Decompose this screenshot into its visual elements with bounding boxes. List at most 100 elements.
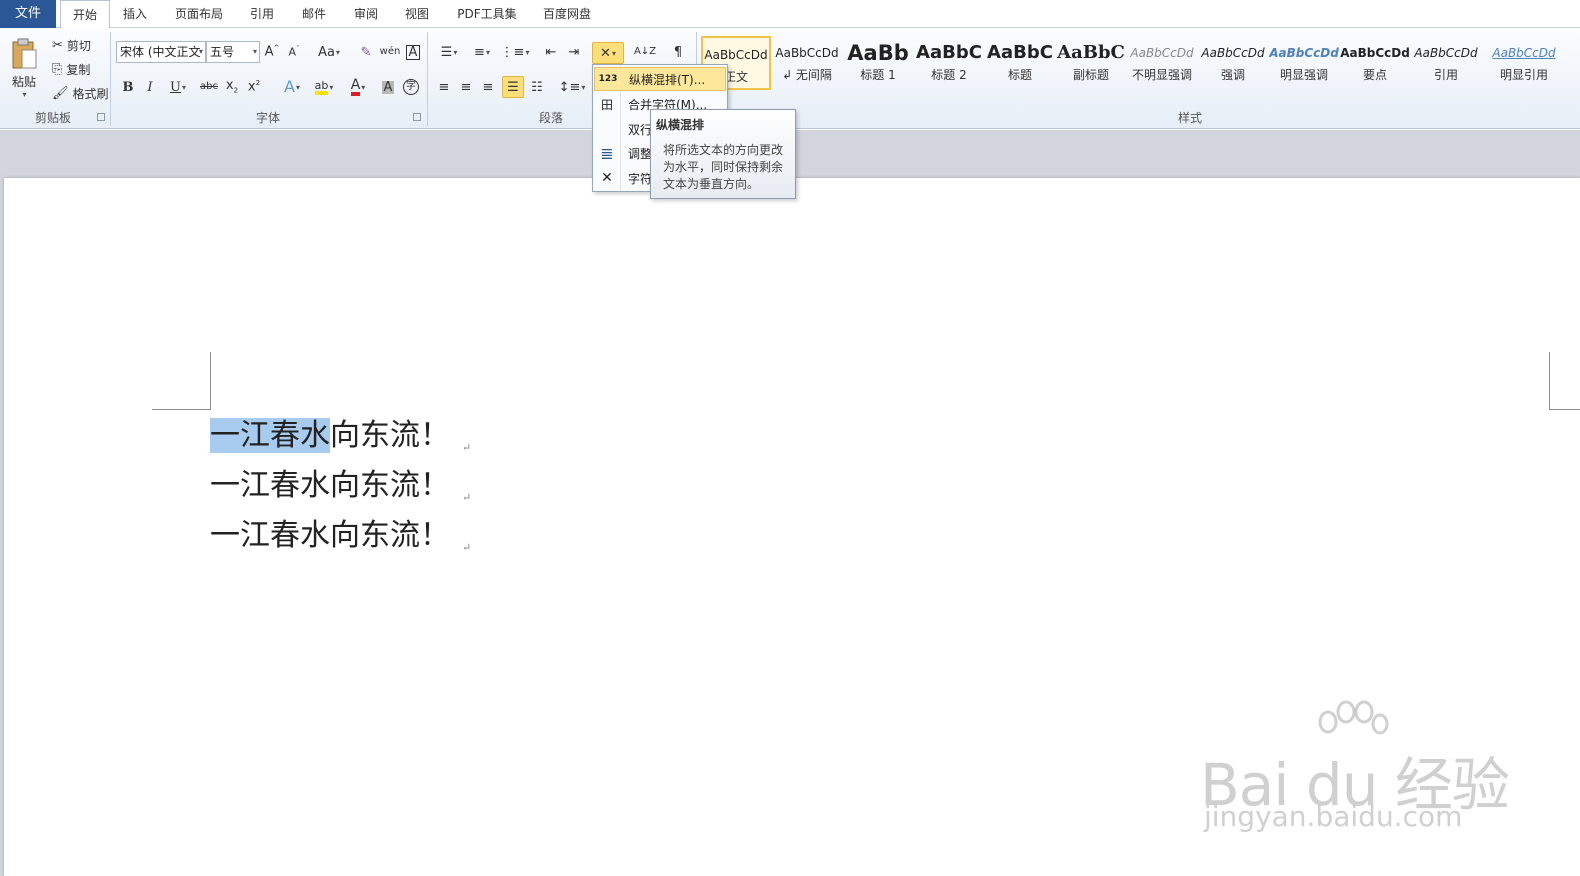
- style-name: 标题: [1007, 68, 1032, 82]
- change-case-button[interactable]: Aa ▾: [314, 41, 344, 63]
- grow-font-button[interactable]: A^: [262, 41, 282, 63]
- align-left-icon: ≡: [438, 79, 450, 95]
- tab-baidu-netdisk[interactable]: 百度网盘: [533, 0, 601, 28]
- style-sample: AaBbC: [987, 42, 1053, 63]
- numbered-list-icon: ≡: [474, 44, 485, 60]
- align-right-button[interactable]: ≡: [478, 76, 498, 98]
- style-sample: AaBb: [847, 41, 909, 65]
- bullets-button[interactable]: ☰ ▾: [434, 41, 464, 63]
- character-border-icon: A: [405, 44, 421, 60]
- phonetic-guide-button[interactable]: wén: [379, 41, 401, 63]
- style-subtitle[interactable]: AaBbC 副标题: [1056, 36, 1126, 90]
- tab-mailings[interactable]: 邮件: [292, 0, 336, 28]
- eraser-icon: ✎: [360, 44, 372, 60]
- font-name-combo[interactable]: 宋体 (中文正⽂ ▾: [116, 41, 206, 63]
- styles-group-label: 样式: [1177, 111, 1202, 125]
- style-title[interactable]: AaBbC 标题: [985, 36, 1055, 90]
- cut-button[interactable]: ✂ 剪切: [48, 34, 95, 56]
- watermark-url: jingyan.baidu.com: [1204, 800, 1463, 833]
- tab-insert[interactable]: 插入: [113, 0, 157, 28]
- tab-pdf-tools[interactable]: PDF工具集: [447, 0, 527, 28]
- highlight-color-button[interactable]: ab ▾: [308, 76, 340, 98]
- font-color-icon: A: [350, 78, 361, 96]
- center-button[interactable]: ≡: [456, 76, 476, 98]
- clear-formatting-button[interactable]: ✎: [355, 41, 377, 63]
- phonetic-guide-icon: wén: [379, 46, 401, 57]
- multilevel-list-button[interactable]: ⋮≡ ▾: [500, 41, 530, 63]
- numbering-button[interactable]: ≡ ▾: [466, 41, 498, 63]
- justify-button[interactable]: ☰: [502, 76, 524, 98]
- style-intense-quote[interactable]: AaBbCcDd 明显引用: [1482, 36, 1566, 90]
- text-effects-button[interactable]: A ▾: [278, 76, 306, 98]
- tab-home[interactable]: 开始: [60, 0, 110, 29]
- baidu-jingyan-watermark: Bai du 经验 jingyan.baidu.com: [1200, 700, 1510, 840]
- enclose-characters-icon: 字: [403, 79, 419, 95]
- sort-button[interactable]: A↓Z: [634, 41, 656, 63]
- style-name: 不明显强调: [1131, 68, 1192, 82]
- document-line[interactable]: 一江春水向东流！ ↵: [210, 514, 471, 558]
- selected-text[interactable]: 一江春水: [210, 418, 330, 453]
- shrink-font-icon: Aˇ: [288, 45, 300, 59]
- style-name: 标题 1: [860, 68, 896, 82]
- style-emphasis[interactable]: AaBbCcDd 强调: [1198, 36, 1268, 90]
- margin-guide: [1549, 352, 1550, 410]
- justify-icon: ☰: [507, 79, 519, 95]
- menu-item-combine-horizontal[interactable]: 123 纵横混排(T)...: [594, 67, 726, 91]
- copy-button[interactable]: ⎘ 复制: [48, 58, 94, 80]
- italic-button[interactable]: I: [140, 76, 160, 98]
- tab-references[interactable]: 引用: [240, 0, 284, 28]
- style-quote[interactable]: AaBbCcDd 引用: [1411, 36, 1481, 90]
- tab-page-layout[interactable]: 页面布局: [165, 0, 233, 28]
- style-sample: AaBbCcDd: [1130, 46, 1194, 60]
- paste-button[interactable]: 粘贴 ▾: [6, 32, 42, 104]
- tab-file[interactable]: 文件: [0, 0, 56, 28]
- shrink-font-button[interactable]: Aˇ: [284, 41, 304, 63]
- bold-button[interactable]: B: [118, 76, 138, 98]
- show-hide-marks-button[interactable]: ¶: [667, 41, 689, 63]
- combine-characters-icon: 田: [600, 97, 613, 112]
- decrease-indent-icon: ⇤: [545, 44, 557, 60]
- format-painter-button[interactable]: 🖌 格式刷: [48, 82, 113, 104]
- chevron-down-icon: ▾: [525, 47, 530, 57]
- style-strong[interactable]: AaBbCcDd 要点: [1340, 36, 1410, 90]
- tab-review[interactable]: 审阅: [344, 0, 388, 28]
- subscript-icon: x2: [225, 78, 239, 95]
- style-heading-2[interactable]: AaBbC 标题 2: [914, 36, 984, 90]
- style-subtle-emphasis[interactable]: AaBbCcDd 不明显强调: [1127, 36, 1197, 90]
- style-name: 明显强调: [1279, 68, 1328, 82]
- document-line[interactable]: 一江春水向东流！ ↵: [210, 414, 471, 458]
- align-left-button[interactable]: ≡: [434, 76, 454, 98]
- style-sample: AaBbCcDd: [1492, 46, 1556, 60]
- increase-indent-button[interactable]: ⇥: [563, 41, 585, 63]
- grow-font-icon: A^: [264, 44, 280, 60]
- margin-guide: [152, 409, 210, 410]
- style-intense-emphasis[interactable]: AaBbCcDd 明显强调: [1269, 36, 1339, 90]
- character-shading-button[interactable]: A: [378, 76, 398, 98]
- tab-view[interactable]: 视图: [395, 0, 439, 28]
- distributed-button[interactable]: ☷: [526, 76, 548, 98]
- style-heading-1[interactable]: AaBb 标题 1: [843, 36, 913, 90]
- font-color-button[interactable]: A ▾: [342, 76, 374, 98]
- fit-text-icon: ≣: [600, 143, 614, 163]
- font-size-combo[interactable]: 五号 ▾: [206, 41, 260, 63]
- superscript-button[interactable]: x2: [244, 76, 264, 98]
- paragraph-mark: ↵: [462, 441, 472, 454]
- bullet-list-icon: ☰: [440, 44, 453, 60]
- character-border-button[interactable]: A: [403, 41, 423, 63]
- enclose-characters-button[interactable]: 字: [400, 76, 422, 98]
- document-line[interactable]: 一江春水向东流！ ↵: [210, 464, 471, 508]
- text-effects-icon: A: [284, 77, 295, 96]
- chevron-down-icon: ▾: [335, 47, 340, 57]
- subscript-button[interactable]: x2: [222, 76, 242, 98]
- strikethrough-button[interactable]: abc: [198, 76, 220, 98]
- asian-layout-button[interactable]: ✕ ▾: [592, 42, 624, 64]
- decrease-indent-button[interactable]: ⇤: [540, 41, 562, 63]
- line-text: 一江春水向东流！: [210, 468, 450, 503]
- dialog-launcher-icon[interactable]: [97, 113, 105, 121]
- style-no-spacing[interactable]: AaBbCcDd ↲ 无间隔: [772, 36, 842, 90]
- line-spacing-button[interactable]: ↕≡ ▾: [558, 76, 586, 98]
- underline-button[interactable]: U ▾: [162, 76, 194, 98]
- style-name: 引用: [1433, 68, 1458, 82]
- dialog-launcher-icon[interactable]: [413, 113, 421, 121]
- chevron-down-icon: ▾: [181, 82, 186, 92]
